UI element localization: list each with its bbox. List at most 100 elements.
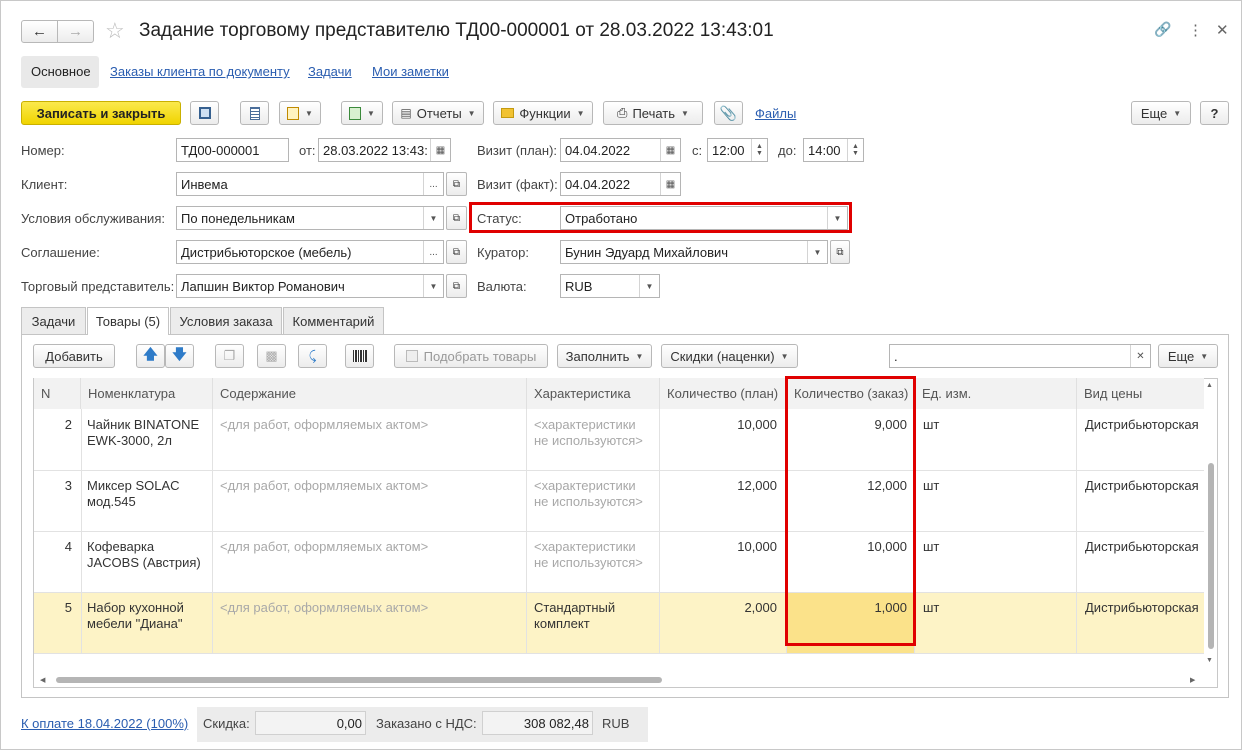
discounts-label: Скидки (наценки) — [670, 348, 775, 364]
floppy-icon — [198, 107, 211, 119]
payment-link[interactable]: К оплате 18.04.2022 (100%) — [21, 716, 188, 731]
tab-order-terms[interactable]: Условия заказа — [170, 307, 282, 334]
from-time-input[interactable]: 12:00 ▲ ▼ — [707, 138, 768, 162]
folder-icon — [501, 108, 515, 118]
print-button[interactable]: ⎙ Печать ▼ — [603, 101, 703, 125]
paste-row-button[interactable]: ▩ — [257, 344, 286, 368]
col-characteristic[interactable]: Характеристика — [527, 378, 660, 409]
table-more-button[interactable]: Еще ▼ — [1158, 344, 1218, 368]
split-row-button[interactable]: ⤹ — [298, 344, 327, 368]
ellipsis-icon[interactable]: ... — [423, 241, 443, 263]
clear-icon[interactable]: ✕ — [1130, 345, 1150, 367]
chevron-down-icon[interactable]: ▼ — [639, 275, 659, 297]
reports-button[interactable]: ▤ Отчеты ▼ — [392, 101, 484, 125]
time-spinner-icon[interactable]: ▲ ▼ — [847, 139, 863, 161]
chevron-down-icon[interactable]: ▼ — [807, 241, 827, 263]
move-up-button[interactable]: 🡅 — [136, 344, 165, 368]
from-label: от: — [299, 143, 316, 158]
time-spinner-icon[interactable]: ▲ ▼ — [751, 139, 767, 161]
attach-button[interactable]: 📎 — [714, 101, 743, 125]
service-label: Условия обслуживания: — [21, 211, 165, 226]
vertical-scrollbar-thumb[interactable] — [1208, 463, 1214, 649]
scroll-left-icon[interactable]: ◀ — [40, 676, 45, 684]
fill-label: Заполнить — [565, 348, 630, 364]
date-input[interactable]: 28.03.2022 13:43: ▦ — [318, 138, 451, 162]
save-close-button[interactable]: Записать и закрыть — [21, 101, 181, 125]
to-time-input[interactable]: 14:00 ▲ ▼ — [803, 138, 864, 162]
col-n[interactable]: N — [34, 378, 81, 409]
row-divider — [34, 592, 1204, 593]
favorite-star-icon[interactable]: ☆ — [105, 18, 125, 44]
add-row-button[interactable]: Добавить — [33, 344, 115, 368]
printer-icon: ⎙ — [617, 105, 628, 120]
tab-tasks[interactable]: Задачи — [21, 307, 86, 334]
chevron-down-icon[interactable]: ▼ — [827, 207, 847, 229]
nav-tab-orders[interactable]: Заказы клиента по документу — [110, 64, 290, 79]
horizontal-scrollbar-thumb[interactable] — [56, 677, 662, 683]
chevron-down-icon[interactable]: ▼ — [423, 207, 443, 229]
calendar-icon[interactable]: ▦ — [660, 139, 680, 161]
save-button[interactable] — [190, 101, 219, 125]
tab-goods[interactable]: Товары (5) — [87, 307, 169, 335]
status-value: Отработано — [565, 210, 638, 226]
currency-select[interactable]: RUB ▼ — [560, 274, 660, 298]
visit-plan-input[interactable]: 04.04.2022 ▦ — [560, 138, 681, 162]
more-vertical-icon[interactable]: ⋮ — [1188, 21, 1203, 39]
nav-tab-notes[interactable]: Мои заметки — [372, 64, 449, 79]
arrow-up-icon: 🡅 — [143, 346, 158, 362]
row-divider — [34, 531, 1204, 532]
discount-label: Скидка: — [203, 716, 250, 731]
copy-doc-button[interactable]: ▼ — [341, 101, 383, 125]
visit-plan-value: 04.04.2022 — [565, 142, 631, 158]
row-qty-plan: 12,000 — [737, 478, 777, 493]
files-link[interactable]: Файлы — [755, 106, 796, 121]
fill-button[interactable]: Заполнить ▼ — [557, 344, 652, 368]
ellipsis-icon[interactable]: ... — [423, 173, 443, 195]
create-based-button[interactable]: ▼ — [279, 101, 321, 125]
col-content[interactable]: Содержание — [213, 378, 527, 409]
col-qty-plan[interactable]: Количество (план) — [660, 378, 787, 409]
open-agreement-button[interactable]: ⧉ — [446, 240, 467, 264]
functions-button[interactable]: Функции ▼ — [493, 101, 593, 125]
col-item[interactable]: Номенклатура — [81, 378, 213, 409]
back-button[interactable]: ← — [21, 20, 58, 43]
more-button[interactable]: Еще ▼ — [1131, 101, 1191, 125]
pick-goods-button[interactable]: Подобрать товары — [394, 344, 548, 368]
agreement-input[interactable]: Дистрибьюторское (мебель)... — [176, 240, 444, 264]
col-unit[interactable]: Ед. изм. — [915, 378, 1077, 409]
open-window-icon: ⧉ — [452, 212, 461, 224]
nav-tab-tasks[interactable]: Задачи — [308, 64, 352, 79]
client-input[interactable]: Инвема... — [176, 172, 444, 196]
close-icon[interactable]: ✕ — [1216, 21, 1229, 39]
scroll-down-icon[interactable]: ▼ — [1206, 657, 1213, 664]
open-agent-button[interactable]: ⧉ — [446, 274, 467, 298]
chevron-down-icon[interactable]: ▼ — [423, 275, 443, 297]
agent-select[interactable]: Лапшин Виктор Романович ▼ — [176, 274, 444, 298]
discounts-button[interactable]: Скидки (наценки) ▼ — [661, 344, 798, 368]
status-select[interactable]: Отработано ▼ — [560, 206, 848, 230]
row-characteristic: Стандартный комплект — [534, 600, 616, 631]
scroll-right-icon[interactable]: ▶ — [1190, 676, 1195, 684]
open-service-button[interactable]: ⧉ — [446, 206, 467, 230]
currency-label: Валюта: — [477, 279, 527, 294]
forward-button[interactable]: → — [57, 20, 94, 43]
open-client-button[interactable]: ⧉ — [446, 172, 467, 196]
service-select[interactable]: По понедельникам ▼ — [176, 206, 444, 230]
tab-comment[interactable]: Комментарий — [283, 307, 384, 334]
scroll-up-icon[interactable]: ▲ — [1206, 382, 1213, 389]
curator-select[interactable]: Бунин Эдуард Михайлович ▼ — [560, 240, 828, 264]
move-down-button[interactable]: 🡇 — [165, 344, 194, 368]
open-curator-button[interactable]: ⧉ — [830, 240, 850, 264]
number-input[interactable]: ТД00-000001 — [176, 138, 289, 162]
copy-row-button[interactable]: ❐ — [215, 344, 244, 368]
calendar-icon[interactable]: ▦ — [660, 173, 680, 195]
link-icon[interactable]: 🔗 — [1154, 21, 1171, 38]
reports-label: Отчеты — [416, 105, 462, 121]
calendar-icon[interactable]: ▦ — [430, 139, 450, 161]
help-button[interactable]: ? — [1200, 101, 1229, 125]
post-button[interactable] — [240, 101, 269, 125]
col-price-type[interactable]: Вид цены — [1077, 378, 1204, 409]
barcode-button[interactable] — [345, 344, 374, 368]
visit-fact-input[interactable]: 04.04.2022 ▦ — [560, 172, 681, 196]
table-search-input[interactable]: . ✕ — [889, 344, 1151, 368]
